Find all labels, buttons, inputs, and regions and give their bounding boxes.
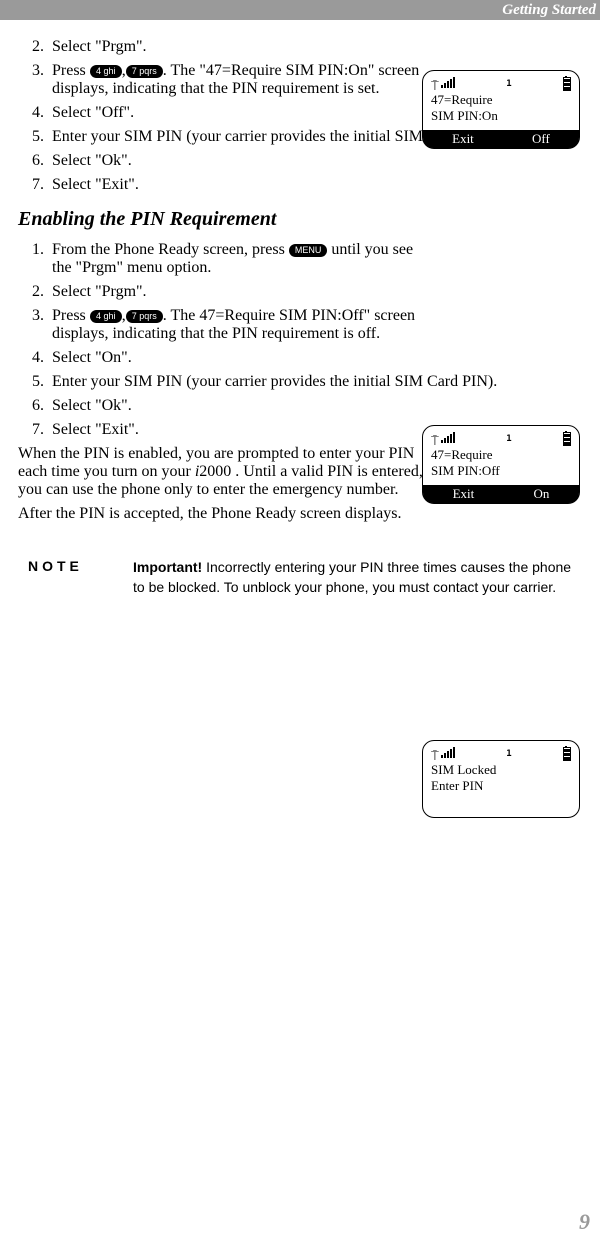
step-b4: 4. Select "On". — [18, 349, 582, 367]
section-heading: Enabling the PIN Requirement — [18, 208, 582, 231]
note-block: NOTE Important! Incorrectly entering you… — [18, 558, 582, 597]
step-7: 7. Select "Exit". — [18, 176, 582, 194]
screen-body: 47=Require SIM PIN:Off — [431, 447, 571, 479]
key-4-icon: 4 ghi — [90, 310, 122, 323]
page-number: 9 — [579, 1209, 590, 1235]
screen-body: 47=Require SIM PIN:On — [431, 92, 571, 124]
screen-softkeys: Exit On — [423, 485, 579, 503]
paragraph-1: When the PIN is enabled, you are prompte… — [18, 445, 438, 499]
indicator-one: 1 — [506, 434, 511, 444]
battery-icon — [563, 432, 571, 446]
screen-statusbar: ⍑ 1 — [431, 431, 571, 447]
key-7-icon: 7 pqrs — [126, 65, 163, 78]
screen-line2: Enter PIN — [431, 778, 571, 794]
step-2: 2. Select "Prgm". — [18, 38, 582, 56]
screen-body: SIM Locked Enter PIN — [431, 762, 571, 812]
step-b1: 1. From the Phone Ready screen, press ME… — [18, 241, 438, 277]
screen-line1: 47=Require — [431, 447, 571, 463]
step-b5: 5. Enter your SIM PIN (your carrier prov… — [18, 373, 582, 391]
screen-softkeys: Exit Off — [423, 130, 579, 148]
softkey-right: Off — [532, 130, 550, 148]
battery-icon — [563, 77, 571, 91]
step-b3: 3. Press 4 ghi,7 pqrs. The 47=Require SI… — [18, 307, 438, 343]
step-6: 6. Select "Ok". — [18, 152, 582, 170]
battery-icon — [563, 747, 571, 761]
screen-statusbar: ⍑ 1 — [431, 746, 571, 762]
note-text: Important! Incorrectly entering your PIN… — [133, 558, 582, 597]
note-label: NOTE — [18, 558, 133, 597]
key-7-icon: 7 pqrs — [126, 310, 163, 323]
phone-screen-1: ⍑ 1 47=Require SIM PIN:On Exit Off — [422, 70, 580, 149]
paragraph-2: After the PIN is accepted, the Phone Rea… — [18, 505, 438, 523]
indicator-one: 1 — [506, 749, 511, 759]
screen-line2: SIM PIN:Off — [431, 463, 571, 479]
key-menu-icon: MENU — [289, 244, 328, 257]
step-b6: 6. Select "Ok". — [18, 397, 582, 415]
signal-icon: ⍑ — [431, 432, 455, 446]
screen-statusbar: ⍑ 1 — [431, 76, 571, 92]
key-4-icon: 4 ghi — [90, 65, 122, 78]
screen-line1: 47=Require — [431, 92, 571, 108]
softkey-right: On — [534, 485, 550, 503]
indicator-one: 1 — [506, 79, 511, 89]
softkey-left: Exit — [453, 485, 475, 503]
signal-icon: ⍑ — [431, 77, 455, 91]
screen-line2: SIM PIN:On — [431, 108, 571, 124]
softkey-left: Exit — [452, 130, 474, 148]
step-3: 3. Press 4 ghi,7 pqrs. The "47=Require S… — [18, 62, 438, 98]
page-header: Getting Started — [0, 0, 600, 20]
phone-screen-3: ⍑ 1 SIM Locked Enter PIN — [422, 740, 580, 818]
signal-icon: ⍑ — [431, 747, 455, 761]
step-b2: 2. Select "Prgm". — [18, 283, 582, 301]
header-title: Getting Started — [502, 2, 596, 19]
phone-screen-2: ⍑ 1 47=Require SIM PIN:Off Exit On — [422, 425, 580, 504]
screen-line1: SIM Locked — [431, 762, 571, 778]
